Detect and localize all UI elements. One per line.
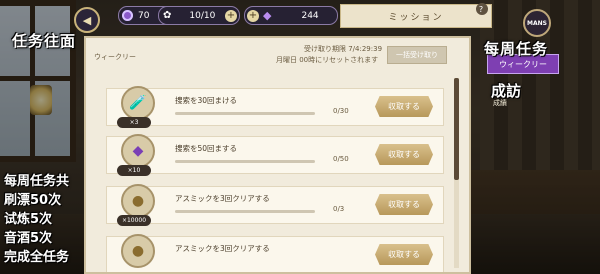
reward-quantity: ×10000 xyxy=(117,215,151,226)
task-row: 🧪 ×3 捜索を30回まける 0/30 収取する xyxy=(106,86,444,128)
claim-button[interactable]: 収取する xyxy=(375,96,433,117)
caption-line: 试炼5次 xyxy=(4,212,53,227)
claim-button[interactable]: 収取する xyxy=(375,244,433,265)
coin-icon: ● xyxy=(121,184,155,218)
mission-panel: ウィークリー 受け取り期限 7/4:29:39 月曜日 00時にリセットされます… xyxy=(84,36,471,274)
potion-icon: 🧪 xyxy=(121,86,155,120)
caption-left-block: 每周任务共 刷漂50次 试炼5次 音酒5次 完成全任务 xyxy=(4,172,69,267)
claim-button[interactable]: 収取する xyxy=(375,194,433,215)
progress-bar xyxy=(175,112,315,115)
task-name: アスミックを3回クリアする xyxy=(175,244,270,253)
reward-quantity: ×3 xyxy=(117,117,151,128)
progress-count: 0/3 xyxy=(333,205,345,213)
panel-title: ウィークリー xyxy=(94,53,136,61)
caption-line: 刷漂50次 xyxy=(4,193,62,208)
gem-icon xyxy=(122,10,133,21)
claim-all-button[interactable]: 一括受け取り xyxy=(387,46,447,64)
help-button[interactable]: ? xyxy=(476,3,488,15)
crystal-counter: + ◆ 244 xyxy=(244,6,338,25)
gem-count: 70 xyxy=(138,10,150,21)
stamina-count: 10/10 xyxy=(189,10,216,21)
reward-quantity: ×10 xyxy=(117,165,151,176)
caption-right-top: 每周任务 xyxy=(484,40,549,58)
clover-icon: ✿ xyxy=(163,10,172,21)
claim-button[interactable]: 収取する xyxy=(375,144,433,165)
mission-title: ミッション xyxy=(388,12,444,23)
caption-line: 完成全任务 xyxy=(4,250,70,265)
stamina-counter: ✿ 10/10 + xyxy=(158,6,240,25)
task-name: アスミックを3回クリアする xyxy=(175,194,270,203)
caption-top-left: 任务往面 xyxy=(12,32,77,50)
task-row: ◆ ×10 捜索を50回まする 0/50 収取する xyxy=(106,134,444,176)
crystal-icon: ◆ xyxy=(263,9,272,22)
add-stamina-button[interactable]: + xyxy=(225,9,237,22)
progress-bar xyxy=(175,210,315,213)
progress-bar xyxy=(175,160,315,163)
progress-count: 0/50 xyxy=(333,155,349,163)
caption-line: 每周任务共 xyxy=(4,174,70,189)
crystal-count: 244 xyxy=(301,10,319,21)
panel-header: ウィークリー 受け取り期限 7/4:29:39 月曜日 00時にリセットされます… xyxy=(86,38,469,70)
task-name: 捜索を30回まける xyxy=(175,96,238,105)
add-crystal-button[interactable]: + xyxy=(247,9,259,22)
mission-title-tab: ミッション ? xyxy=(340,3,492,28)
task-row: ● ×10000 アスミックを3回クリアする 0/3 収取する xyxy=(106,184,444,226)
caption-line: 音酒5次 xyxy=(4,231,53,246)
task-name: 捜索を50回まする xyxy=(175,144,238,153)
crystal-icon: ◆ xyxy=(121,134,155,168)
caption-right-mid: 成訪 xyxy=(491,82,522,100)
progress-count: 0/30 xyxy=(333,107,349,115)
avatar[interactable]: MANS xyxy=(523,9,551,37)
reset-note: 月曜日 00時にリセットされます xyxy=(276,56,379,64)
chevron-left-icon: ◀ xyxy=(82,13,92,27)
coin-icon: ● xyxy=(121,234,155,268)
scrollbar-thumb[interactable] xyxy=(454,78,459,180)
task-row: ● アスミックを3回クリアする 収取する xyxy=(106,234,444,272)
back-button[interactable]: ◀ xyxy=(74,7,100,33)
deadline-text: 受け取り期限 7/4:29:39 xyxy=(304,45,383,53)
